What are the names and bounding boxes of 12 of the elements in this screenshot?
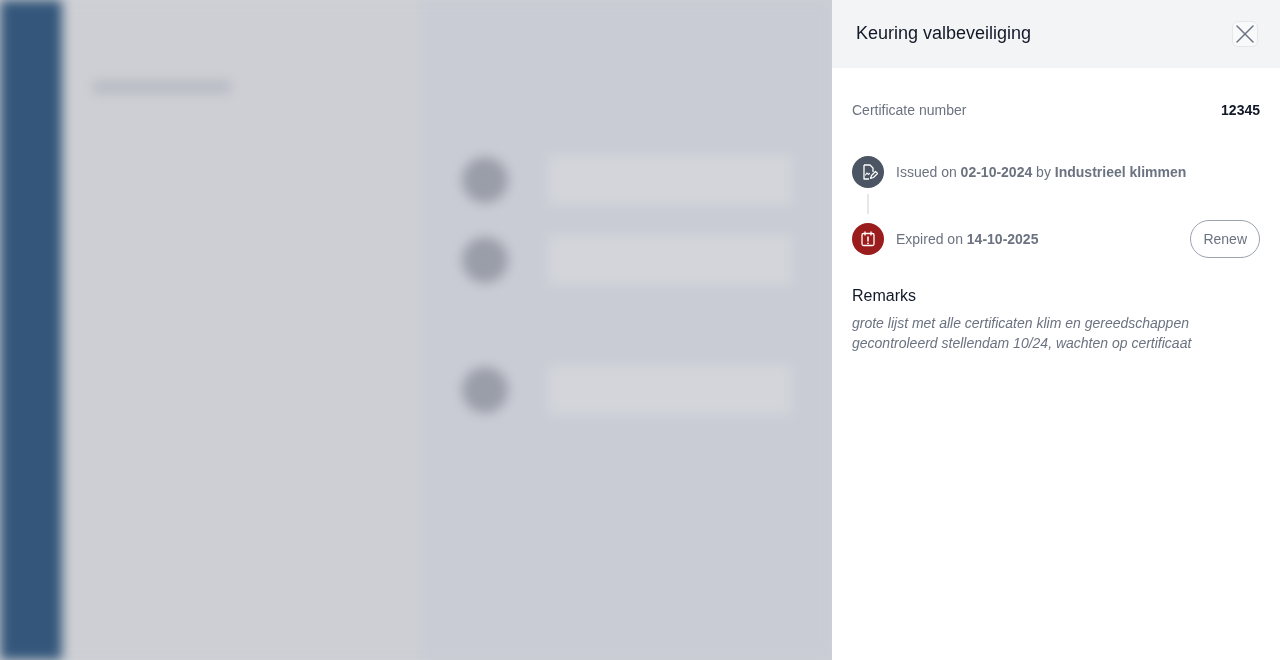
close-button[interactable] <box>1232 21 1258 47</box>
field-label: Certificate number <box>852 100 967 120</box>
expiry-text: Expired on 14-10-2025 <box>896 229 1040 249</box>
calendar-alert-icon <box>852 223 884 255</box>
issue-text: Issued on 02-10-2024 by Industrieel klimmen <box>896 162 1188 182</box>
document-pen-icon <box>852 156 884 188</box>
remarks-heading: Remarks <box>852 286 917 306</box>
remarks-text: grote lijst met alle certificaten klim en gereedschappen gecontroleerd stellendam 10/24, wachten op certificaat <box>852 314 1193 354</box>
drawer-title: Keuring valbeveiliging <box>856 23 1032 45</box>
field-value: 12345 <box>1221 100 1260 120</box>
renew-button[interactable]: Renew <box>1190 220 1260 258</box>
close-icon <box>1236 25 1254 43</box>
